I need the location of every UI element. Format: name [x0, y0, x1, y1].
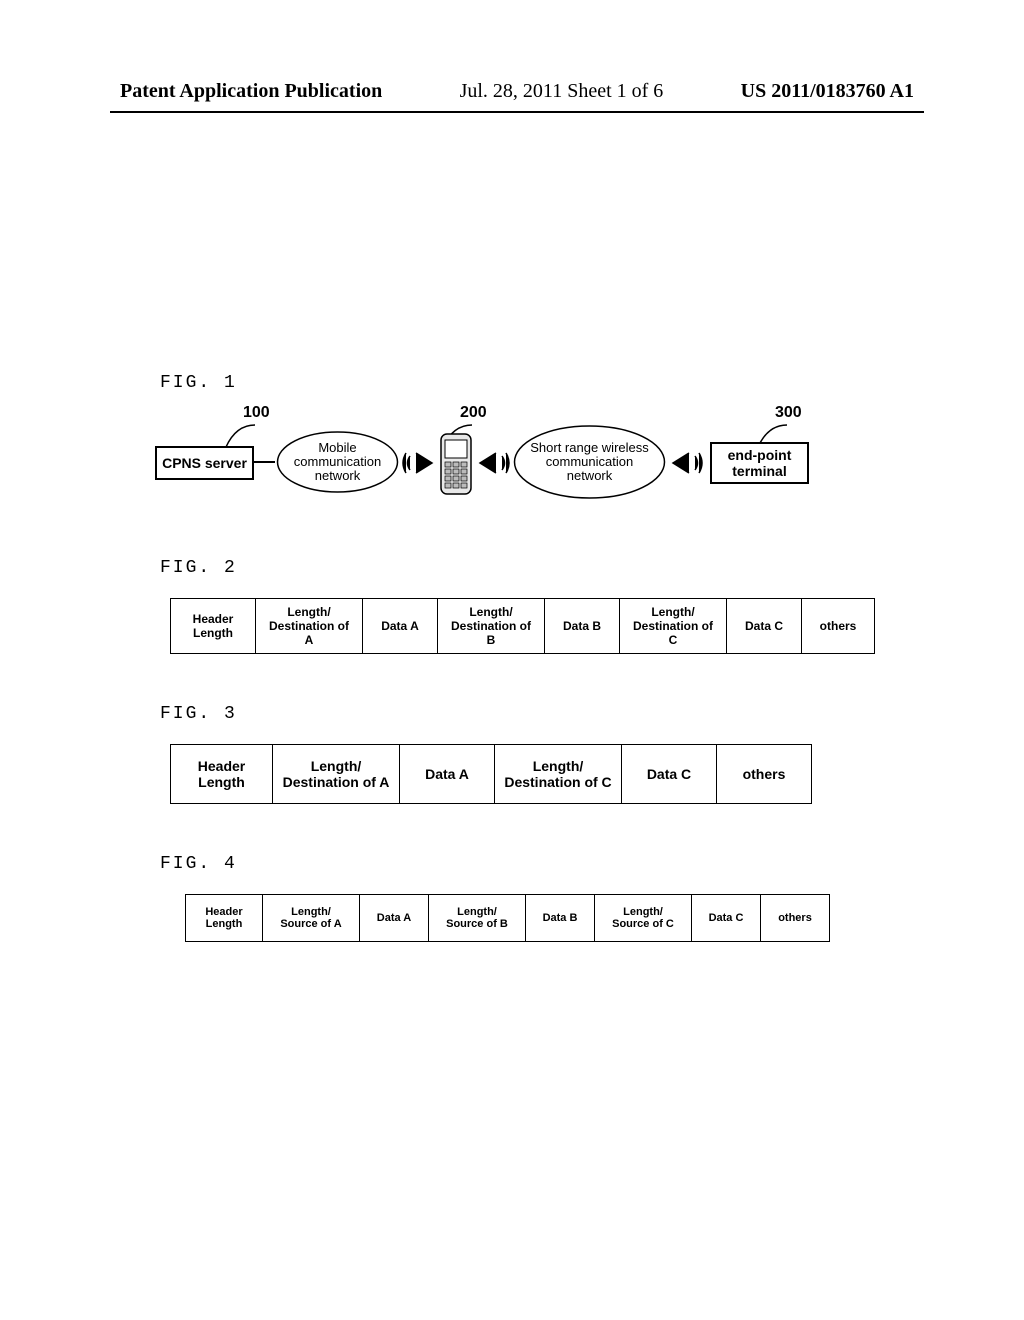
cpns-server-label: CPNS server	[162, 455, 247, 471]
fig3-cell: Header Length	[171, 745, 273, 804]
fig2-cell: Length/ Destination of C	[620, 599, 727, 654]
line-cpns-cloud	[252, 461, 275, 463]
table-row: Header Length Length/ Destination of A D…	[171, 745, 812, 804]
fig3-table: Header Length Length/ Destination of A D…	[170, 744, 812, 804]
fig2-cell: Header Length	[171, 599, 256, 654]
fig3-cell: others	[717, 745, 812, 804]
fig3-cell: Length/ Destination of C	[495, 745, 622, 804]
signal-right-icon	[478, 452, 510, 474]
header-left: Patent Application Publication	[120, 80, 382, 103]
header-mid: Jul. 28, 2011 Sheet 1 of 6	[460, 80, 664, 103]
fig2-cell: others	[802, 599, 875, 654]
header-right: US 2011/0183760 A1	[741, 80, 914, 103]
fig4-label: FIG. 4	[160, 854, 1024, 874]
fig2-cell: Data B	[545, 599, 620, 654]
signal-left-icon	[402, 452, 434, 474]
mobile-cloud-label: Mobile communication network	[275, 441, 400, 484]
fig4-cell: Data A	[360, 895, 429, 942]
fig4-cell: Data C	[692, 895, 761, 942]
fig2-table: Header Length Length/ Destination of A D…	[170, 598, 875, 654]
fig4-cell: Length/ Source of A	[263, 895, 360, 942]
fig4-table: Header Length Length/ Source of A Data A…	[185, 894, 830, 942]
fig4-cell: Header Length	[186, 895, 263, 942]
fig3-cell: Data C	[622, 745, 717, 804]
fig4-cell: others	[761, 895, 830, 942]
signal-endpoint-icon	[671, 452, 703, 474]
table-row: Header Length Length/ Destination of A D…	[171, 599, 875, 654]
fig3-cell: Length/ Destination of A	[273, 745, 400, 804]
fig4-cell: Length/ Source of B	[429, 895, 526, 942]
page-header: Patent Application Publication Jul. 28, …	[0, 0, 1024, 111]
lead-curve-100	[224, 421, 259, 449]
fig2-cell: Data C	[727, 599, 802, 654]
fig2-cell: Data A	[363, 599, 438, 654]
table-row: Header Length Length/ Source of A Data A…	[186, 895, 830, 942]
fig4-cell: Data B	[526, 895, 595, 942]
endpoint-label: end-point terminal	[712, 447, 807, 479]
fig1-diagram: 100 200 300 CPNS server Mobile communica…	[175, 418, 924, 528]
fig2-cell: Length/ Destination of A	[256, 599, 363, 654]
fig3-cell: Data A	[400, 745, 495, 804]
fig4-cell: Length/ Source of C	[595, 895, 692, 942]
shortrange-cloud-label: Short range wireless communication netwo…	[512, 441, 667, 484]
ref-300: 300	[775, 404, 802, 422]
phone-icon	[436, 432, 476, 496]
shortrange-cloud: Short range wireless communication netwo…	[512, 424, 667, 500]
cpns-server-box: CPNS server	[155, 446, 254, 480]
fig1-label: FIG. 1	[160, 373, 1024, 393]
ref-200: 200	[460, 404, 487, 422]
mobile-cloud: Mobile communication network	[275, 430, 400, 494]
ref-100: 100	[243, 404, 270, 422]
fig2-label: FIG. 2	[160, 558, 1024, 578]
endpoint-box: end-point terminal	[710, 442, 809, 484]
fig3-label: FIG. 3	[160, 704, 1024, 724]
fig2-cell: Length/ Destination of B	[438, 599, 545, 654]
